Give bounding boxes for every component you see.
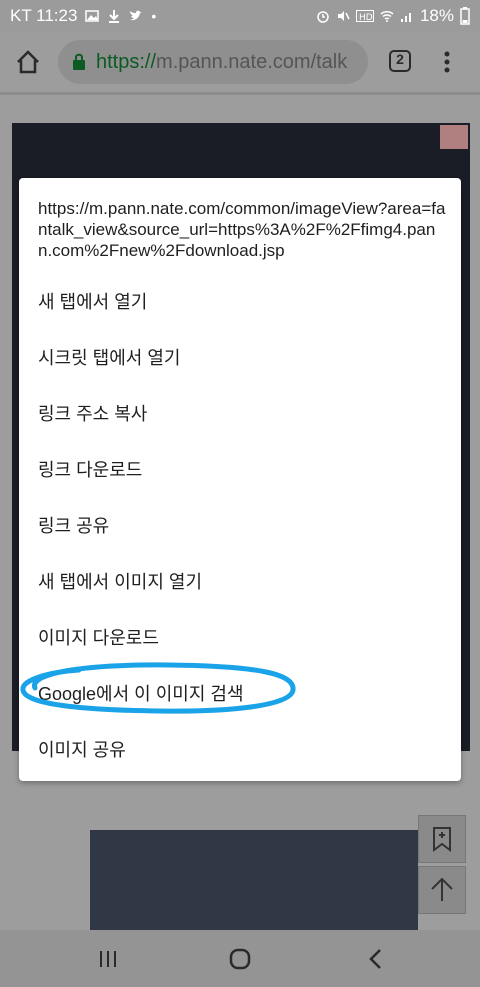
page-search-icon[interactable] — [440, 125, 468, 149]
home-nav-button[interactable] — [210, 930, 270, 987]
browser-toolbar: https://m.pann.nate.com/talk 2 — [0, 32, 480, 92]
menu-share-link[interactable]: 링크 공유 — [38, 512, 109, 538]
back-chevron-icon — [369, 948, 381, 969]
more-options-icon[interactable] — [440, 48, 454, 76]
highlight-circle-annotation — [20, 662, 296, 714]
menu-download-link[interactable]: 링크 다운로드 — [38, 456, 142, 482]
wifi-icon — [380, 11, 394, 22]
mute-icon — [337, 11, 350, 21]
hd-icon: HD — [355, 10, 374, 23]
bookmark-add-button[interactable] — [418, 815, 466, 863]
lock-icon — [73, 53, 85, 70]
url-scheme: https:// — [96, 50, 157, 73]
svg-text:HD: HD — [359, 13, 373, 23]
context-menu-dialog: https://m.pann.nate.com/common/imageView… — [19, 178, 461, 781]
status-bar: KT 11:23 • HD 18% — [0, 0, 480, 32]
menu-open-incognito-tab[interactable]: 시크릿 탭에서 열기 — [38, 344, 180, 370]
home-circle-icon — [229, 948, 251, 969]
arrow-up-icon — [431, 877, 453, 901]
signal-icon — [400, 13, 411, 22]
download-icon — [109, 10, 120, 23]
tab-count: 2 — [396, 51, 404, 67]
dot-icon: • — [151, 8, 157, 24]
url-rest: m.pann.nate.com/talk — [156, 50, 348, 73]
address-bar[interactable]: https://m.pann.nate.com/talk — [58, 40, 368, 84]
carrier-time: KT 11:23 — [10, 6, 78, 25]
menu-download-image[interactable]: 이미지 다운로드 — [38, 624, 159, 650]
alarm-icon — [317, 11, 329, 23]
scroll-top-button[interactable] — [418, 866, 466, 914]
battery-icon — [460, 7, 470, 25]
twitter-icon — [130, 10, 143, 21]
link-url: https://m.pann.nate.com/common/imageView… — [38, 199, 446, 260]
home-icon[interactable] — [14, 48, 42, 76]
menu-open-new-tab[interactable]: 새 탭에서 열기 — [38, 288, 147, 314]
back-button[interactable] — [346, 930, 406, 987]
recent-apps-icon — [100, 950, 116, 967]
url-text: https://m.pann.nate.com/talk — [96, 51, 347, 74]
gallery-icon — [85, 10, 100, 22]
battery-level: 18% — [419, 6, 454, 25]
recent-apps-button[interactable] — [78, 930, 138, 987]
bookmark-icon — [433, 827, 451, 852]
article-image-lower[interactable] — [90, 830, 418, 940]
menu-share-image[interactable]: 이미지 공유 — [38, 736, 126, 762]
system-nav-bar — [0, 930, 480, 987]
menu-copy-link[interactable]: 링크 주소 복사 — [38, 400, 147, 426]
menu-open-image-new-tab[interactable]: 새 탭에서 이미지 열기 — [38, 568, 202, 594]
